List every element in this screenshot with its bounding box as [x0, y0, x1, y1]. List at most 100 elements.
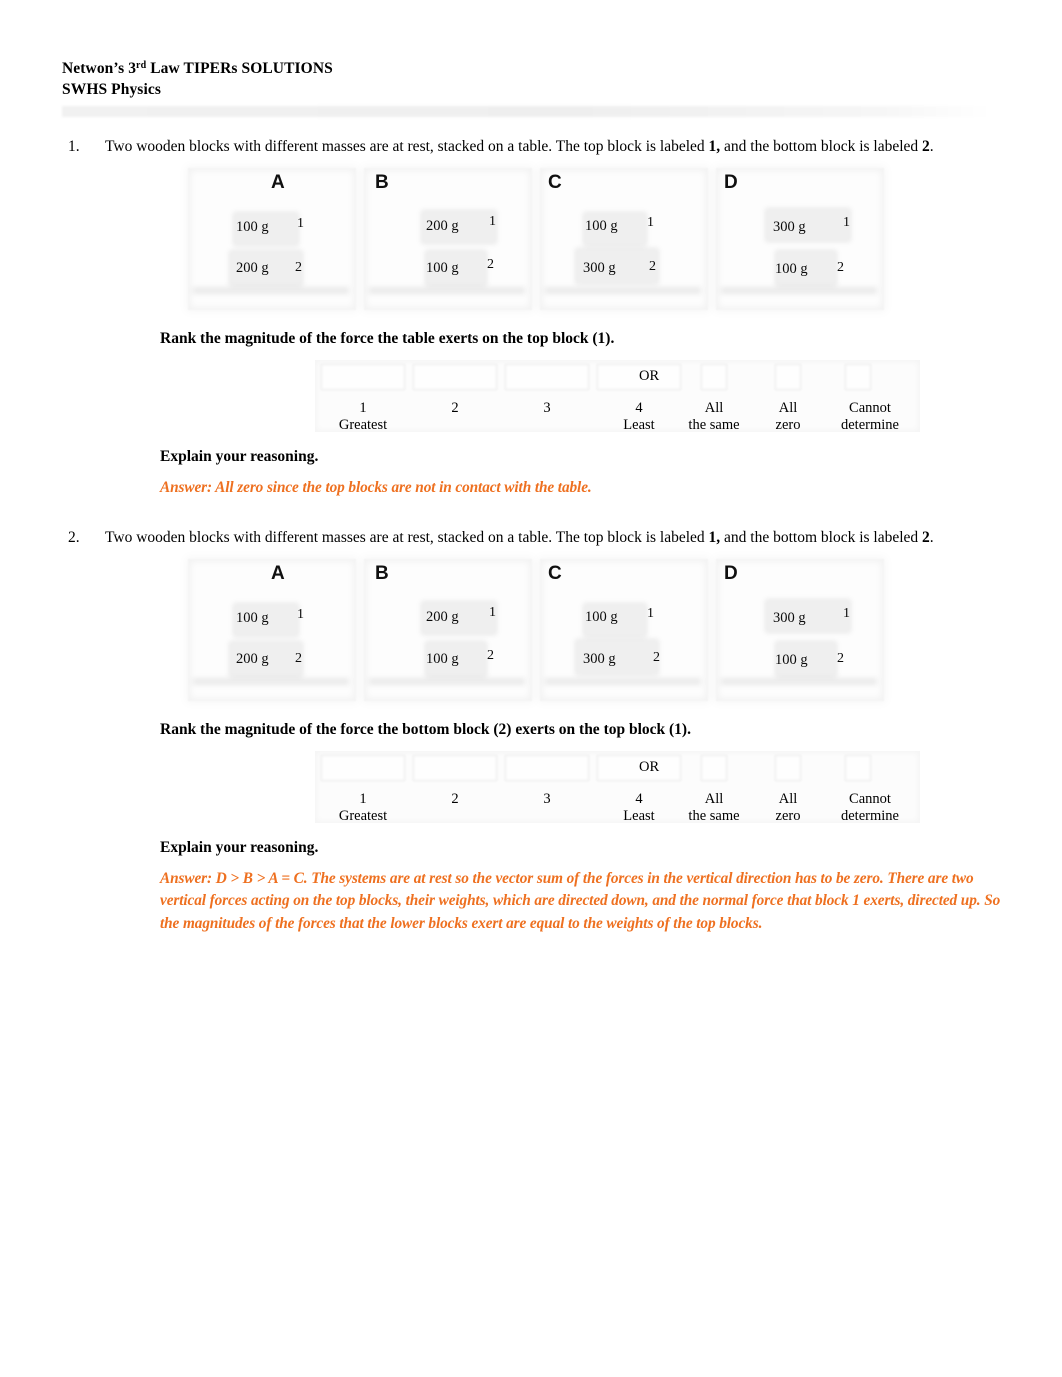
- question-1-number: 1.: [68, 138, 80, 155]
- rank-label-4-caption: Least: [623, 417, 655, 433]
- bottom-block-mass: 100 g: [426, 650, 459, 667]
- rank-input-box-3[interactable]: [505, 754, 589, 781]
- q2-stem-part2: and the bottom block is labeled: [720, 528, 923, 546]
- option-all-zero-line2: zero: [775, 807, 801, 824]
- table-surface: [369, 287, 525, 294]
- top-block-index: 1: [297, 216, 304, 231]
- rank-label-2-number: 2: [451, 790, 459, 807]
- rank-input-box-1[interactable]: [321, 754, 405, 781]
- option-checkbox-cannot-determine[interactable]: [845, 754, 871, 781]
- top-block-mass: 200 g: [426, 608, 459, 625]
- q1-stem-bold1: 1,: [708, 138, 721, 155]
- panel-d-blocks: 300 g 1 100 g 2: [713, 593, 889, 693]
- bottom-block-mass: 100 g: [426, 260, 459, 276]
- bottom-block-mass: 200 g: [236, 650, 269, 667]
- diagram-panel-d: D 300 g 1 100 g 2: [713, 166, 889, 314]
- rank-input-box-3[interactable]: [505, 364, 589, 390]
- bottom-block-index: 2: [649, 259, 656, 274]
- rank-label-1-caption: Greatest: [338, 807, 388, 824]
- option-label-all-the-same: All the same: [674, 791, 754, 825]
- document-title: Netwon’s 3rd Law TIPERs SOLUTIONS: [62, 55, 1002, 79]
- document-page: Netwon’s 3rd Law TIPERs SOLUTIONS SWHS P…: [0, 0, 1062, 1377]
- question-1-stem-row: 1. Two wooden blocks with different mass…: [60, 135, 1002, 158]
- rank-label-1: 1 Greatest: [323, 400, 403, 434]
- option-all-the-same-line1: All: [704, 400, 724, 416]
- question-2: 2. Two wooden blocks with different mass…: [60, 526, 1002, 936]
- q2-stem-bold1: 1,: [708, 528, 721, 546]
- option-checkbox-all-the-same[interactable]: [701, 754, 727, 781]
- option-cannot-determine-line2: determine: [841, 417, 899, 433]
- rank-label-3: 3: [507, 400, 587, 417]
- panel-letter-d: D: [724, 172, 738, 193]
- option-all-the-same-line1: All: [704, 790, 724, 807]
- panel-c-blocks: 100 g 1 300 g 2: [537, 202, 713, 302]
- option-all-the-same-line2: the same: [688, 807, 740, 824]
- panel-b-blocks: 200 g 1 100 g 2: [361, 593, 537, 693]
- question-1-explain-label: Explain your reasoning.: [160, 448, 319, 465]
- bottom-block-mass: 300 g: [583, 650, 616, 667]
- panel-letter-c: C: [548, 562, 562, 584]
- bottom-block-index: 2: [295, 650, 302, 666]
- bottom-block-mass: 100 g: [775, 261, 808, 277]
- question-1-prompt: Rank the magnitude of the force the tabl…: [160, 330, 615, 347]
- option-checkbox-all-zero[interactable]: [775, 364, 801, 390]
- option-checkbox-all-the-same[interactable]: [701, 364, 727, 390]
- table-surface: [193, 287, 349, 294]
- top-block-index: 1: [489, 604, 496, 620]
- q1-stem-bold2: 2: [922, 138, 930, 155]
- table-surface: [721, 677, 877, 685]
- diagram-panel-a: A 100 g 1 200 g 2: [185, 166, 361, 314]
- ranking-or-label: OR: [639, 758, 660, 775]
- bottom-block-index: 2: [487, 647, 494, 663]
- top-block-index: 1: [647, 215, 654, 230]
- top-block-mass: 100 g: [236, 609, 269, 626]
- bottom-block-mass: 300 g: [583, 260, 616, 276]
- top-block-index: 1: [647, 605, 654, 621]
- diagram-panel-a: A 100 g 1 200 g 2: [185, 557, 361, 705]
- rank-input-box-1[interactable]: [321, 364, 405, 390]
- question-2-explain-label: Explain your reasoning.: [160, 838, 319, 856]
- table-surface: [721, 287, 877, 294]
- rank-label-1-number: 1: [359, 400, 367, 416]
- option-checkbox-cannot-determine[interactable]: [845, 364, 871, 390]
- panel-a-blocks: 100 g 1 200 g 2: [185, 202, 361, 302]
- panel-letter-a: A: [271, 172, 285, 193]
- top-block-mass: 100 g: [585, 608, 618, 625]
- rank-label-2: 2: [415, 400, 495, 417]
- ranking-or-label: OR: [639, 368, 660, 384]
- document-title-prefix: Netwon’s 3: [62, 60, 137, 77]
- option-label-cannot-determine: Cannot determine: [820, 400, 920, 434]
- bottom-block-index: 2: [487, 257, 494, 272]
- document-title-suffix: Law TIPERs SOLUTIONS: [146, 60, 333, 77]
- top-block-index: 1: [843, 605, 850, 621]
- question-2-answer: Answer: D > B > A = C. The systems are a…: [160, 869, 1001, 932]
- top-block-mass: 100 g: [585, 218, 618, 234]
- option-all-zero-line2: zero: [775, 417, 801, 433]
- bottom-block-index: 2: [295, 260, 302, 275]
- rank-label-4: 4 Least: [599, 400, 679, 434]
- question-1-diagram-strip: A 100 g 1 200 g 2 B 200 g 1 100 g 2 C 10…: [185, 166, 890, 314]
- question-1-stem: Two wooden blocks with different masses …: [105, 135, 1002, 158]
- rank-label-1-caption: Greatest: [338, 417, 388, 433]
- q2-stem-part3: .: [929, 528, 934, 546]
- table-surface: [193, 677, 349, 685]
- diagram-panel-b: B 200 g 1 100 g 2: [361, 166, 537, 314]
- rank-label-4-number: 4: [635, 790, 643, 807]
- table-surface: [545, 677, 701, 685]
- rank-input-box-2[interactable]: [413, 364, 497, 390]
- rank-input-box-2[interactable]: [413, 754, 497, 781]
- rank-label-1-number: 1: [359, 790, 367, 807]
- option-checkbox-all-zero[interactable]: [775, 754, 801, 781]
- panel-d-blocks: 300 g 1 100 g 2: [713, 202, 889, 302]
- panel-letter-d: D: [724, 562, 738, 584]
- rank-label-4-caption: Least: [623, 807, 655, 824]
- diagram-panel-b: B 200 g 1 100 g 2: [361, 557, 537, 705]
- option-label-all-the-same: All the same: [674, 400, 754, 434]
- top-block-mass: 200 g: [426, 218, 459, 234]
- top-block-index: 1: [843, 215, 850, 230]
- question-1: 1. Two wooden blocks with different mass…: [60, 135, 1002, 500]
- header-divider-band: [62, 106, 992, 117]
- rank-label-1: 1 Greatest: [323, 791, 403, 825]
- rank-label-3-number: 3: [543, 400, 551, 416]
- option-all-zero-line1: All: [778, 400, 798, 416]
